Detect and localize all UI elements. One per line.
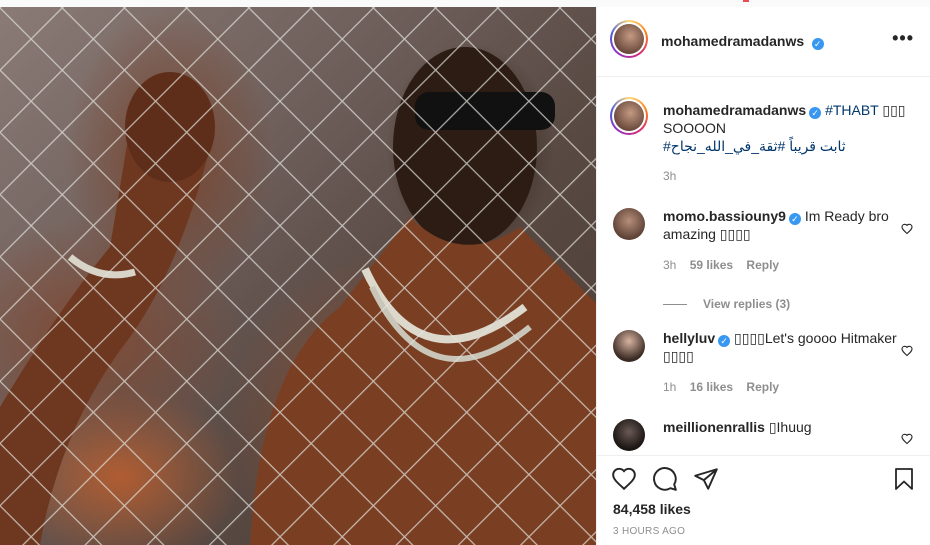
comment-meta: 1h 16 likes Reply <box>663 378 913 396</box>
comment-text: momo.bassiouny9 ✓ Im Ready bro amazing ▯▯… <box>663 207 913 243</box>
like-heart-icon[interactable] <box>611 466 637 492</box>
caption-meta: 3h <box>663 167 913 185</box>
caption-line2: SOOOON <box>663 120 727 136</box>
comment: momo.bassiouny9 ✓ Im Ready bro amazing ▯▯… <box>613 207 913 274</box>
comment-icon[interactable] <box>652 466 678 492</box>
comments-list: mohamedramadanws ✓ #THABT ▯▯▯ SOOOON ثابت… <box>597 77 930 455</box>
verified-badge-icon: ✓ <box>811 38 824 50</box>
comment-likes[interactable]: 16 likes <box>690 380 733 394</box>
post-photo-art <box>0 7 596 545</box>
post-sidebar: mohamedramadanws ✓ ••• mohamedramadanws ✓… <box>596 7 930 545</box>
view-replies[interactable]: View replies (3) <box>663 297 790 311</box>
post-timestamp[interactable]: 3 HOURS AGO <box>613 526 685 537</box>
top-strip <box>0 0 930 7</box>
reply-button[interactable]: Reply <box>746 380 779 394</box>
comment-time: 1h <box>663 380 677 394</box>
caption-arabic-hashtags[interactable]: ثابت قريباً #ثقة_في_الله_نجاح# <box>663 138 846 154</box>
comment-username[interactable]: hellyluv <box>663 330 715 346</box>
author-name-row: mohamedramadanws ✓ <box>661 33 824 51</box>
post-actions: 84,458 likes 3 HOURS AGO <box>597 455 930 545</box>
verified-badge-icon: ✓ <box>718 335 731 347</box>
caption-time: 3h <box>663 169 677 183</box>
notification-mark <box>743 0 749 2</box>
verified-badge-icon: ✓ <box>809 107 822 119</box>
heart-icon[interactable] <box>901 223 913 235</box>
author-avatar[interactable] <box>610 20 648 58</box>
bookmark-icon[interactable] <box>892 466 916 492</box>
reply-button[interactable]: Reply <box>746 258 779 272</box>
comment-text: meillionenrallis ▯Ihuug <box>663 418 913 436</box>
share-icon[interactable] <box>693 466 719 492</box>
comment: hellyluv ✓ ▯▯▯▯Let's goooo Hitmaker ▯▯▯▯ … <box>613 329 913 396</box>
post-image[interactable] <box>0 7 596 545</box>
comment-username[interactable]: meillionenrallis <box>663 419 765 435</box>
caption-hashtag[interactable]: #THABT <box>825 102 878 118</box>
caption-text: mohamedramadanws ✓ #THABT ▯▯▯ SOOOON ثابت… <box>663 101 913 155</box>
comment-likes[interactable]: 59 likes <box>690 258 733 272</box>
comment-meta: 3h 59 likes Reply <box>663 256 913 274</box>
comment-time: 3h <box>663 258 677 272</box>
post-header: mohamedramadanws ✓ ••• <box>597 7 930 77</box>
author-username[interactable]: mohamedramadanws <box>661 33 804 49</box>
comment: meillionenrallis ▯Ihuug <box>613 418 913 436</box>
caption-username[interactable]: mohamedramadanws <box>663 102 806 118</box>
verified-badge-icon: ✓ <box>788 213 801 225</box>
more-options-icon[interactable]: ••• <box>892 29 914 47</box>
comment-username[interactable]: momo.bassiouny9 <box>663 208 786 224</box>
heart-icon[interactable] <box>901 433 913 445</box>
comment-text: hellyluv ✓ ▯▯▯▯Let's goooo Hitmaker ▯▯▯▯ <box>663 329 913 365</box>
heart-icon[interactable] <box>901 345 913 357</box>
caption-emoji: ▯▯▯ <box>882 102 906 118</box>
like-count[interactable]: 84,458 likes <box>613 501 691 517</box>
comment-body: ▯Ihuug <box>768 419 812 435</box>
caption: mohamedramadanws ✓ #THABT ▯▯▯ SOOOON ثابت… <box>613 101 913 185</box>
